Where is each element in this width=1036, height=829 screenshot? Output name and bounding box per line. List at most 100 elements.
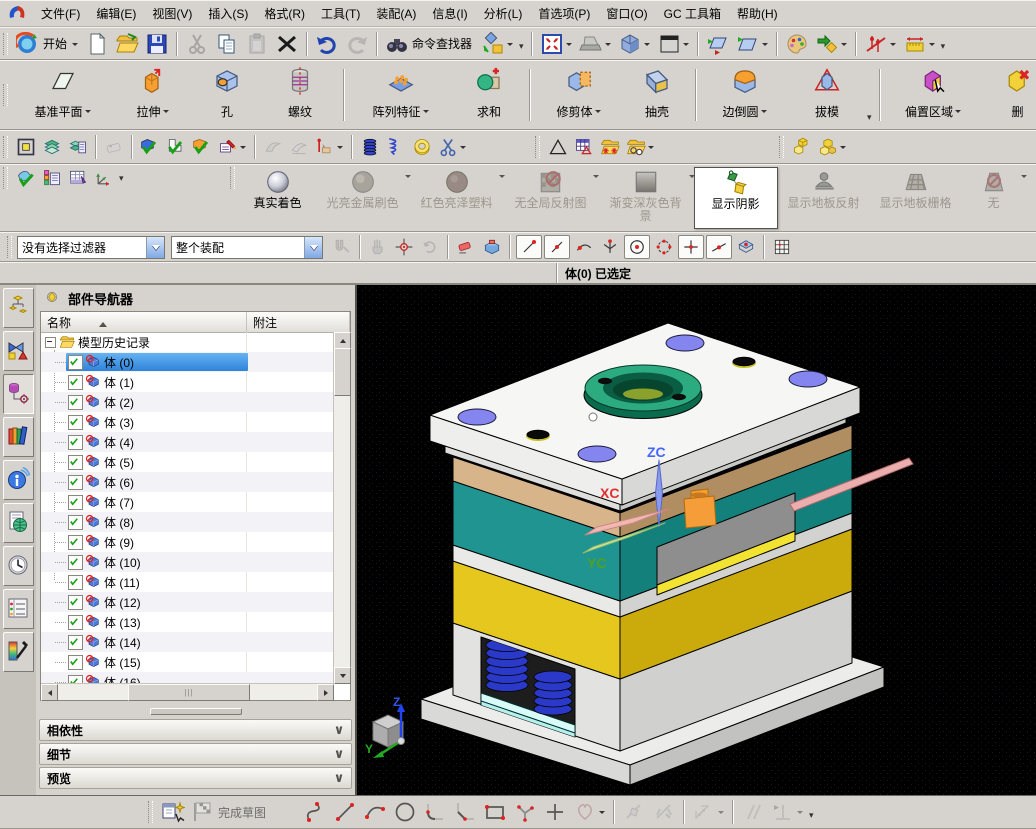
visibility-checkbox[interactable]	[68, 495, 83, 510]
dropdown-caret[interactable]	[797, 811, 803, 817]
web-browser-tab[interactable]	[3, 503, 34, 543]
column-name[interactable]: 名称	[41, 312, 247, 332]
menu-item-7[interactable]: 信息(I)	[424, 0, 475, 27]
sheet-edit-button[interactable]	[66, 167, 90, 189]
blocks-list-button[interactable]	[40, 167, 64, 189]
sk-constraint-a-button[interactable]	[620, 799, 648, 825]
dropdown-caret[interactable]	[85, 110, 91, 116]
sk-line-button[interactable]	[331, 799, 359, 825]
snap-point-button[interactable]	[678, 235, 704, 259]
dropdown-caret[interactable]	[762, 43, 768, 49]
tree-item-row[interactable]: 体 (6)	[41, 472, 334, 492]
section-细节[interactable]: 细节∨	[39, 743, 352, 765]
snap-intersection-button[interactable]	[598, 236, 622, 258]
scroll-up-button[interactable]	[334, 332, 351, 349]
dropdown-caret[interactable]	[644, 43, 650, 49]
sk-dimension-button[interactable]	[690, 799, 727, 825]
tree-item-row[interactable]: 体 (7)	[41, 492, 334, 512]
menu-item-5[interactable]: 工具(T)	[313, 0, 368, 27]
sphere-plastic-button[interactable]: 红色亮泽塑料	[410, 167, 504, 229]
dropdown-caret[interactable]	[507, 43, 513, 49]
layer-settings-button[interactable]	[40, 136, 64, 158]
roles-wand-tab[interactable]	[3, 632, 34, 672]
show-box-check-button[interactable]	[190, 136, 214, 158]
box-pair-a-button[interactable]	[790, 136, 814, 158]
sk-arc-button[interactable]	[361, 799, 389, 825]
visibility-checkbox[interactable]	[68, 415, 83, 430]
toolbar-overflow-button[interactable]: ▾	[119, 173, 124, 184]
measure-pins-button[interactable]	[862, 31, 899, 57]
sk-point-button[interactable]	[541, 799, 569, 825]
finish-flag-button[interactable]: 完成草图	[189, 799, 271, 825]
spring-front-button[interactable]	[358, 136, 382, 158]
sk-polygon-button[interactable]	[511, 799, 539, 825]
dropdown-caret[interactable]	[599, 811, 605, 817]
window-pane-button[interactable]	[655, 31, 692, 57]
dropdown-caret[interactable]	[1021, 175, 1027, 181]
reuse-library-tab[interactable]	[3, 417, 34, 457]
scroll-right-button[interactable]	[317, 684, 334, 701]
shell-button[interactable]: 抽壳	[623, 63, 691, 127]
sk-circle-button[interactable]	[391, 799, 419, 825]
tree-item-row[interactable]: 体 (10)	[41, 552, 334, 572]
face-check-button[interactable]	[14, 167, 38, 189]
menu-item-12[interactable]: 帮助(H)	[729, 0, 786, 27]
toolbar-grip[interactable]	[7, 236, 12, 258]
tree-item-row[interactable]: 体 (5)	[41, 452, 334, 472]
dropdown-caret[interactable]	[566, 43, 572, 49]
internet-explorer-tab[interactable]	[3, 460, 34, 500]
shadow-lamp-button[interactable]: 显示阴影	[694, 167, 778, 229]
menu-item-9[interactable]: 首选项(P)	[530, 0, 598, 27]
toolbar-grip[interactable]	[3, 33, 8, 55]
visibility-checkbox[interactable]	[68, 475, 83, 490]
no-reflection-map-button[interactable]: 无全局反射图	[504, 167, 598, 229]
tree-item-row[interactable]: 体 (1)	[41, 372, 334, 392]
sk-constraint-b-button[interactable]	[650, 799, 678, 825]
show-body-check-button[interactable]	[138, 136, 162, 158]
visibility-checkbox[interactable]	[68, 395, 83, 410]
new-file-button[interactable]	[83, 31, 111, 57]
open-folder-button[interactable]	[113, 31, 141, 57]
column-note[interactable]: 附注	[247, 312, 350, 332]
dropdown-caret[interactable]	[890, 43, 896, 49]
section-预览[interactable]: 预览∨	[39, 767, 352, 789]
menu-item-6[interactable]: 装配(A)	[368, 0, 424, 27]
unite-button[interactable]: 求和	[453, 63, 525, 127]
dropdown-arrow-icon[interactable]	[304, 237, 322, 258]
datum-plane-button[interactable]: 基准平面	[13, 63, 113, 127]
washer-coil-button[interactable]	[410, 136, 434, 158]
vertical-scrollbar[interactable]	[333, 332, 350, 684]
menu-item-11[interactable]: GC 工具箱	[656, 0, 729, 27]
palette-button[interactable]	[783, 31, 811, 57]
dropdown-caret[interactable]	[840, 146, 846, 152]
menu-item-8[interactable]: 分析(L)	[476, 0, 531, 27]
dropdown-caret[interactable]	[648, 146, 654, 152]
grid-snap-button[interactable]	[770, 236, 794, 258]
csys-arrows-button[interactable]	[92, 167, 116, 189]
tree-item-row[interactable]: 体 (4)	[41, 432, 334, 452]
measure-ruler-button[interactable]	[901, 31, 938, 57]
undo-arrow-button[interactable]	[313, 31, 341, 57]
scrollbar-thumb[interactable]	[334, 348, 351, 396]
window-wizard-button[interactable]	[159, 799, 187, 825]
swoosh-a-button[interactable]	[261, 136, 285, 158]
part-navigator-tab[interactable]	[3, 374, 34, 414]
visibility-checkbox[interactable]	[68, 615, 83, 630]
show-sketch-check-button[interactable]	[164, 136, 188, 158]
draft-button[interactable]: 拔模	[789, 63, 865, 127]
toolbar-grip[interactable]	[3, 84, 8, 106]
menu-item-2[interactable]: 视图(V)	[144, 0, 200, 27]
snap-mid-button[interactable]	[544, 235, 570, 259]
tree-item-row[interactable]: 体 (13)	[41, 612, 334, 632]
menu-item-3[interactable]: 插入(S)	[200, 0, 256, 27]
toolbar-grip[interactable]	[535, 136, 540, 158]
sk-rectangle-button[interactable]	[481, 799, 509, 825]
dropdown-caret[interactable]	[423, 110, 429, 116]
swoosh-b-button[interactable]	[287, 136, 311, 158]
tree-item-row[interactable]: 体 (9)	[41, 532, 334, 552]
sk-fillet-button[interactable]	[421, 799, 449, 825]
scroll-down-button[interactable]	[334, 667, 351, 684]
toolbar-grip[interactable]	[779, 136, 784, 158]
sk-parallel-button[interactable]	[739, 799, 767, 825]
delete-x-button[interactable]	[273, 31, 301, 57]
